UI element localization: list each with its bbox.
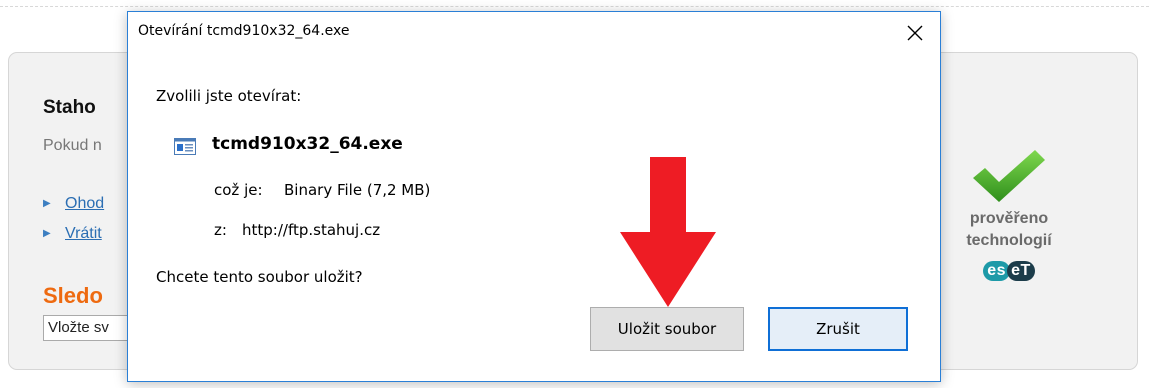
link-row-2[interactable]: ▶ Vrátit	[43, 225, 102, 243]
type-value: Binary File (7,2 MB)	[284, 181, 431, 199]
open-file-dialog: Otevírání tcmd910x32_64.exe Zvolili jste…	[127, 11, 941, 382]
bullet-icon: ▶	[43, 228, 51, 239]
link-row-1[interactable]: ▶ Ohod	[43, 195, 104, 213]
eset-verified-line1: prověřeno	[969, 210, 1049, 227]
link-return[interactable]: Vrátit	[65, 225, 102, 242]
file-icon	[174, 138, 196, 155]
eset-badge: prověřeno technologií es eT	[939, 148, 1079, 286]
from-label: z:	[214, 221, 227, 239]
dialog-intro: Zvolili jste otevírat:	[156, 87, 302, 105]
close-button[interactable]	[898, 18, 932, 48]
bullet-icon: ▶	[43, 198, 51, 209]
checkmark-icon	[973, 150, 1045, 202]
save-question: Chcete tento soubor uložit?	[156, 268, 363, 286]
file-name: tcmd910x32_64.exe	[212, 134, 403, 154]
save-file-button[interactable]: Uložit soubor	[590, 307, 744, 351]
red-arrow	[620, 157, 716, 307]
eset-verified-line2: technologií	[966, 232, 1052, 249]
dialog-title: Otevírání tcmd910x32_64.exe	[138, 23, 350, 39]
eset-logo-es: es	[983, 261, 1011, 281]
type-label: což je:	[214, 181, 263, 199]
follow-title: Sledo	[43, 283, 103, 308]
close-icon	[907, 25, 923, 41]
page-subtitle: Pokud n	[43, 137, 102, 154]
eset-logo: es eT	[983, 260, 1035, 286]
cancel-button[interactable]: Zrušit	[768, 307, 908, 351]
from-value: http://ftp.stahuj.cz	[242, 221, 381, 239]
page-title: Staho	[43, 97, 96, 118]
link-rate[interactable]: Ohod	[65, 195, 104, 212]
eset-logo-et: eT	[1007, 261, 1035, 281]
page-top-divider	[0, 6, 1149, 7]
